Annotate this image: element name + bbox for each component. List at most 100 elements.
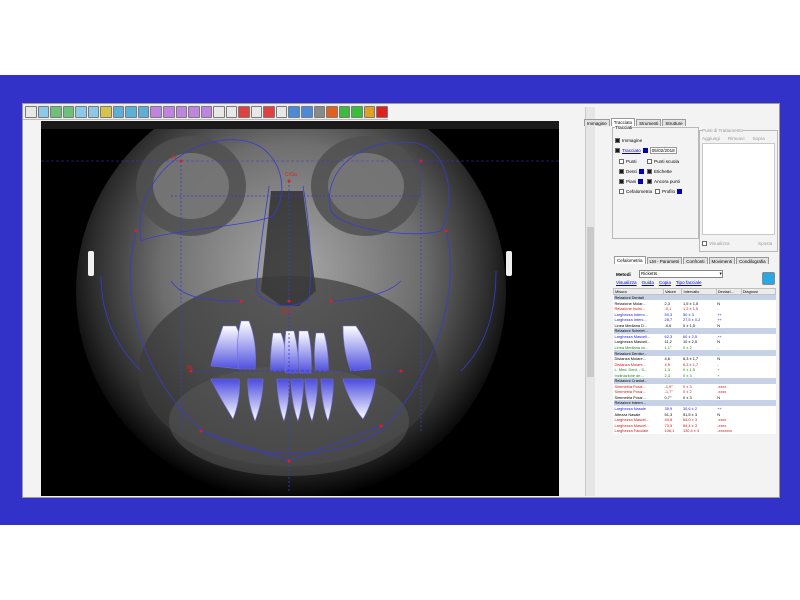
denti-label: Denti: [626, 169, 637, 174]
date-field[interactable]: 05/02/2018: [649, 147, 677, 154]
ruler-icon[interactable]: [112, 105, 125, 118]
print-icon[interactable]: [313, 105, 326, 118]
table-cell: [741, 428, 775, 434]
link-0[interactable]: Visualizza: [616, 280, 637, 285]
row-denti[interactable]: Denti: [619, 169, 644, 174]
tab-bottom-0[interactable]: Cefalometria: [614, 256, 646, 264]
row-etichette[interactable]: Etichette: [647, 169, 672, 174]
redo-icon[interactable]: [62, 105, 75, 118]
tab-top-2[interactable]: Strumenti: [636, 119, 662, 126]
xray-image-panel[interactable]: Or CrGa ANS Mx: [41, 121, 559, 496]
export-icon[interactable]: [363, 105, 376, 118]
sheet-icon[interactable]: [275, 105, 288, 118]
row-punti-scuola[interactable]: Punti scuola: [647, 159, 679, 164]
profilo-color-icon[interactable]: [677, 189, 683, 194]
punti-cols: Aggiungi Rimuovi Sopra: [702, 136, 765, 141]
ok-icon[interactable]: [351, 105, 363, 118]
screen-icon[interactable]: [25, 105, 37, 118]
save-icon[interactable]: [288, 105, 301, 118]
table-row[interactable]: Larghezza Facciale 106,1 130,4 ± 3 -xxxxxxx: [614, 428, 776, 434]
link-2[interactable]: Copia: [659, 280, 671, 285]
immagine-checkbox[interactable]: [615, 138, 620, 143]
undo-icon[interactable]: [50, 105, 62, 118]
link-1[interactable]: Guida: [642, 280, 654, 285]
row-cefalometria[interactable]: Cefalometria: [619, 189, 652, 194]
metodi-select[interactable]: Ricketts ▾: [638, 270, 723, 278]
rotate-icon[interactable]: [163, 105, 175, 118]
measurements-table[interactable]: Misura Valore Intervallo Deviazi... Diagnosi…: [612, 287, 777, 434]
link-3[interactable]: Tipo facciale: [676, 280, 702, 285]
sposta-button[interactable]: Sposta: [758, 241, 772, 246]
profilo-checkbox[interactable]: [655, 189, 660, 194]
col-rimuovi[interactable]: Rimuovi: [728, 136, 745, 141]
row-tracciato[interactable]: Tracciato 05/02/2018: [615, 147, 677, 154]
tracciati-label: Tracciati: [615, 125, 633, 130]
row-ancora-punti[interactable]: Ancora punti: [647, 179, 680, 184]
line-icon[interactable]: [125, 105, 137, 118]
row-visualizza[interactable]: Visualizza: [702, 241, 730, 246]
tab-bottom-2[interactable]: Confronti: [683, 257, 708, 264]
flip-icon[interactable]: [175, 105, 188, 118]
cursor-icon[interactable]: [213, 105, 225, 118]
col-aggiungi[interactable]: Aggiungi: [702, 136, 720, 141]
punti-checkbox[interactable]: [619, 159, 624, 164]
magic-icon[interactable]: [87, 105, 100, 118]
links-row: Visualizza Guida Copia Tipo facciale: [616, 280, 702, 285]
top-tabs: Immagine Tracciato Strumenti Strutture: [584, 118, 779, 126]
tab-bottom-1[interactable]: LM - Parametri: [646, 257, 683, 264]
etichette-checkbox[interactable]: [647, 169, 652, 174]
mirror-icon[interactable]: [188, 105, 200, 118]
move-icon[interactable]: [150, 105, 163, 118]
piani-checkbox[interactable]: [619, 179, 624, 184]
help-icon[interactable]: [762, 272, 775, 285]
visualizza-check-label: Visualizza: [709, 241, 730, 246]
tab-bottom-3[interactable]: Movimenti: [708, 257, 736, 264]
tracciato-checkbox[interactable]: [615, 148, 620, 153]
shape-icon[interactable]: [238, 105, 250, 118]
tracciati-group: Tracciati Immagine Tracciato 05/02/2018 P…: [612, 125, 699, 239]
cefalometria-label: Cefalometria: [626, 189, 653, 194]
brush-icon[interactable]: [100, 105, 112, 118]
tab-top-0[interactable]: Immagine: [584, 119, 610, 126]
point-icon[interactable]: [137, 105, 150, 118]
punti-list[interactable]: [702, 143, 775, 235]
row-profilo[interactable]: Profilo: [655, 189, 683, 194]
toolbar: [23, 104, 388, 120]
angle-icon[interactable]: [75, 105, 87, 118]
label-mx: Mx: [186, 365, 193, 371]
save-as-icon[interactable]: [301, 105, 313, 118]
record-icon[interactable]: [263, 105, 275, 118]
scale-icon[interactable]: [200, 105, 213, 118]
arrow-icon[interactable]: [37, 105, 50, 118]
table-cell: -xxxxxxx: [717, 428, 733, 434]
row-piani[interactable]: Piani: [619, 179, 644, 184]
tab-bottom-4[interactable]: Condilografia: [736, 257, 769, 264]
piani-label: Piani: [626, 179, 637, 184]
punti-label: Punti: [626, 159, 637, 164]
visualizza-checkbox[interactable]: [702, 241, 707, 246]
check-icon[interactable]: [338, 105, 351, 118]
cancel-icon[interactable]: [376, 105, 388, 118]
cefalometria-checkbox[interactable]: [619, 189, 624, 194]
punti-scuola-label: Punti scuola: [654, 159, 680, 164]
cut-icon[interactable]: [250, 105, 263, 118]
immagine-label: Immagine: [622, 138, 643, 143]
punti-scuola-checkbox[interactable]: [647, 159, 652, 164]
ear-marker-right: [506, 251, 512, 276]
row-punti[interactable]: Punti: [619, 159, 636, 164]
table-cell: 130,4 ± 3: [682, 428, 700, 434]
pdf-icon[interactable]: [326, 105, 338, 118]
tracciato-color-icon[interactable]: [642, 148, 648, 153]
ancora-punti-checkbox[interactable]: [647, 179, 652, 184]
metodi-label: Metodi: [616, 271, 631, 277]
denti-color-icon[interactable]: [638, 169, 644, 174]
denti-checkbox[interactable]: [619, 169, 624, 174]
tab-top-3[interactable]: Strutture: [662, 119, 686, 126]
chevron-down-icon[interactable]: ▾: [720, 271, 722, 277]
piani-color-icon[interactable]: [638, 179, 644, 184]
pencil-icon[interactable]: [225, 105, 238, 118]
row-immagine[interactable]: Immagine: [615, 138, 642, 143]
label-crga: CrGa: [285, 172, 297, 178]
tracciato-link[interactable]: Tracciato: [622, 148, 641, 153]
col-sopra[interactable]: Sopra: [752, 136, 764, 141]
